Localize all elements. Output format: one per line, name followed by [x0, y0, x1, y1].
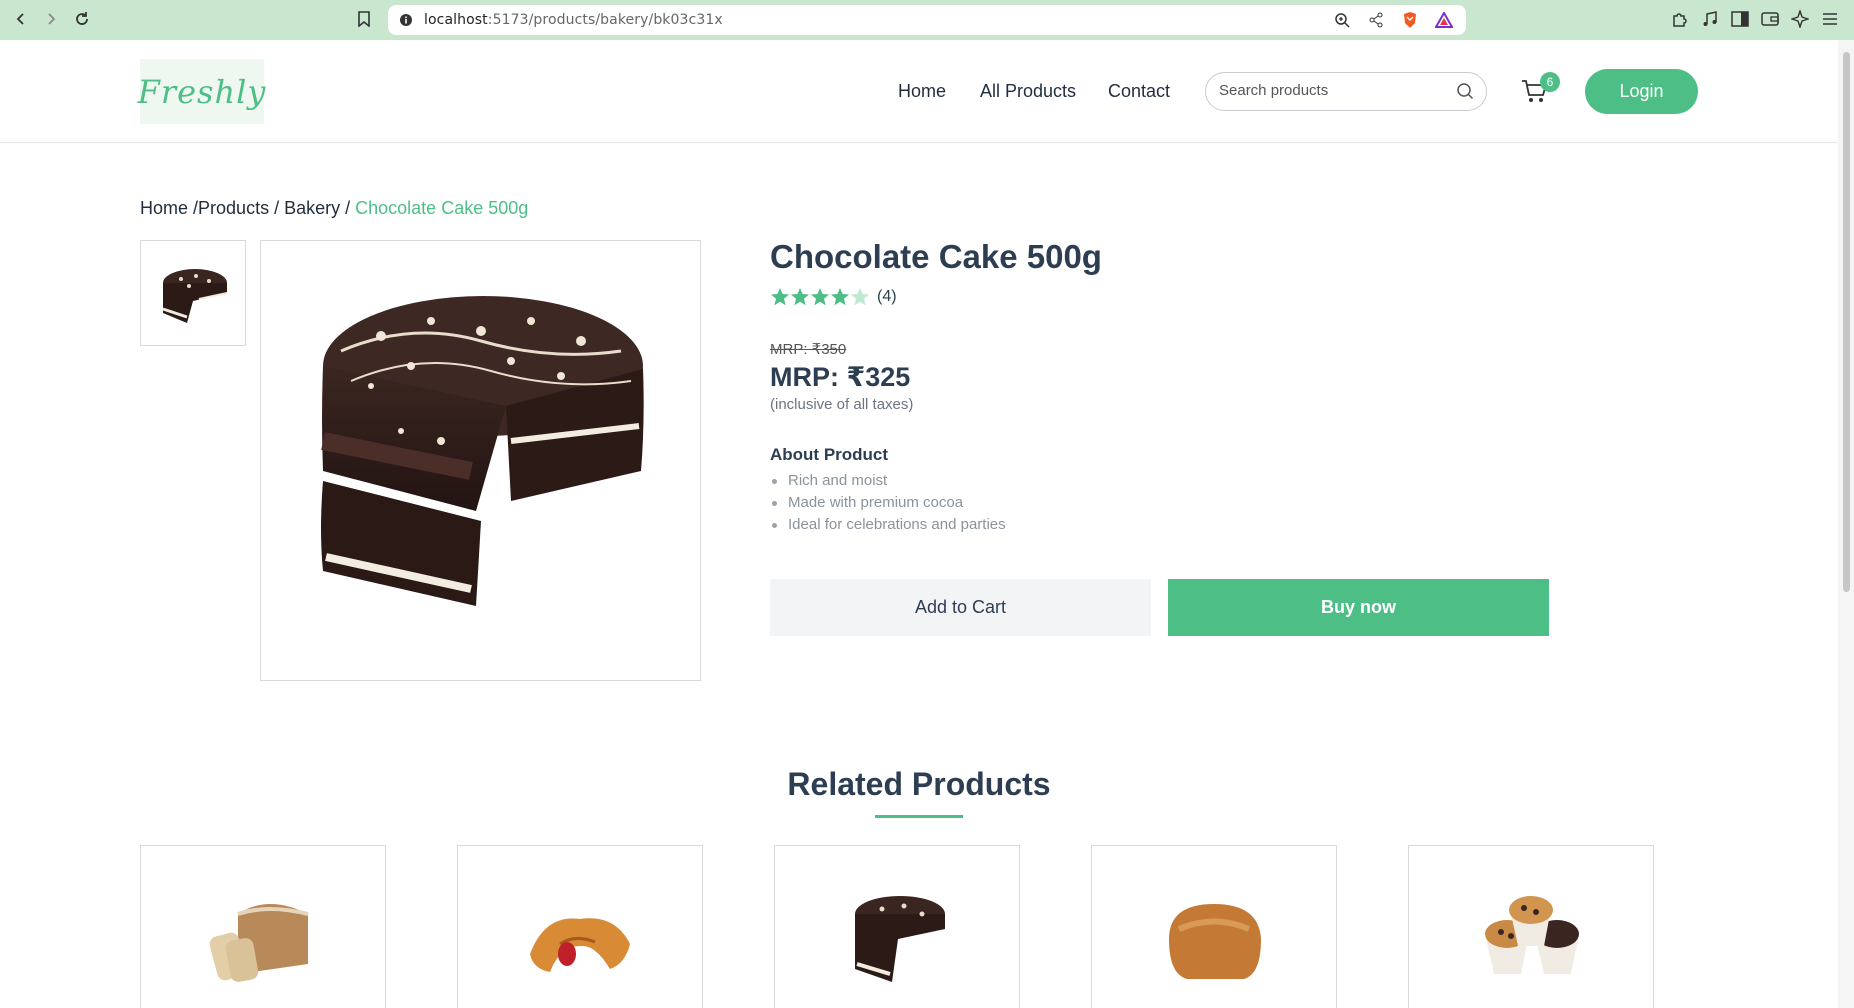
nav-all-products[interactable]: All Products	[980, 81, 1076, 102]
rewards-icon[interactable]	[1434, 10, 1454, 30]
muffins-icon	[1485, 896, 1579, 974]
url-text: localhost:5173/products/bakery/bk03c31x	[424, 12, 723, 28]
breadcrumb-current: Chocolate Cake 500g	[355, 198, 529, 218]
breadcrumb-separator: /	[188, 198, 199, 218]
related-product-card[interactable]	[140, 845, 386, 1008]
site-logo[interactable]: Freshly	[137, 59, 267, 124]
wallet-icon[interactable]	[1760, 9, 1780, 29]
brave-shield-icon[interactable]	[1400, 10, 1420, 30]
original-price: MRP: ₹350	[770, 341, 847, 358]
about-product-heading: About Product	[770, 445, 889, 464]
logo-text: Freshly	[137, 72, 267, 111]
product-rating: (4)	[770, 287, 897, 307]
list-item: Rich and moist	[770, 470, 1006, 492]
site-info-icon[interactable]	[396, 10, 416, 30]
login-button[interactable]: Login	[1585, 69, 1698, 114]
chocolate-cake-thumbnail-image	[162, 269, 228, 323]
breadcrumb-separator: /	[269, 198, 285, 218]
search-icon[interactable]	[1456, 82, 1474, 105]
search-box	[1205, 72, 1487, 111]
scrollbar-thumb[interactable]	[1843, 52, 1850, 592]
url-path: :5173/products/bakery/bk03c31x	[487, 12, 723, 28]
related-product-card[interactable]	[774, 845, 1020, 1008]
bread-loaf-icon	[1169, 904, 1261, 979]
related-product-card[interactable]	[1091, 845, 1337, 1008]
current-price: MRP: ₹325	[770, 362, 911, 392]
bread-loaf-sliced-icon	[209, 904, 309, 982]
tax-note: (inclusive of all taxes)	[770, 396, 914, 413]
list-item: Made with premium cocoa	[770, 492, 1006, 514]
browser-toolbar: localhost:5173/products/bakery/bk03c31x	[0, 0, 1854, 40]
add-to-cart-button[interactable]: Add to Cart	[770, 579, 1151, 636]
reload-icon[interactable]	[71, 8, 93, 30]
breadcrumb-products[interactable]: Products	[198, 198, 269, 218]
star-empty-icon	[851, 288, 869, 306]
nav-home[interactable]: Home	[898, 81, 946, 102]
related-product-card[interactable]	[1408, 845, 1654, 1008]
chocolate-cake-icon	[855, 896, 945, 982]
search-input[interactable]	[1219, 82, 1439, 99]
star-filled-icon	[811, 288, 829, 306]
back-icon[interactable]	[10, 8, 32, 30]
about-product-list: Rich and moist Made with premium cocoa I…	[770, 470, 1006, 536]
zoom-icon[interactable]	[1332, 10, 1352, 30]
rating-count: (4)	[877, 288, 897, 305]
cart-count-badge: 6	[1540, 72, 1560, 92]
related-products-heading: Related Products	[787, 766, 1051, 802]
extensions-icon[interactable]	[1670, 9, 1690, 29]
menu-icon[interactable]	[1820, 9, 1840, 29]
star-filled-icon	[771, 288, 789, 306]
bookmark-icon[interactable]	[354, 9, 374, 29]
star-filled-icon	[831, 288, 849, 306]
star-filled-icon	[791, 288, 809, 306]
address-bar[interactable]: localhost:5173/products/bakery/bk03c31x	[388, 5, 1466, 35]
breadcrumb: Home /Products / Bakery / Chocolate Cake…	[140, 198, 528, 219]
croissant-icon	[530, 918, 630, 972]
site-header: Freshly Home All Products Contact 6 Logi…	[0, 40, 1838, 143]
page-scrollbar[interactable]	[1838, 40, 1854, 1008]
heading-underline	[875, 815, 963, 818]
buy-now-button[interactable]: Buy now	[1168, 579, 1549, 636]
chocolate-cake-image	[321, 296, 644, 606]
product-title: Chocolate Cake 500g	[770, 238, 1102, 275]
breadcrumb-category[interactable]: Bakery	[284, 198, 340, 218]
related-product-card[interactable]	[457, 845, 703, 1008]
product-thumbnail[interactable]	[140, 240, 246, 346]
cart-icon	[1521, 80, 1549, 108]
sidebar-icon[interactable]	[1730, 9, 1750, 29]
product-main-image	[260, 240, 701, 681]
breadcrumb-separator: /	[340, 198, 356, 218]
leo-ai-icon[interactable]	[1790, 9, 1810, 29]
list-item: Ideal for celebrations and parties	[770, 514, 1006, 536]
share-icon[interactable]	[1366, 10, 1386, 30]
media-icon[interactable]	[1700, 9, 1720, 29]
cart-button[interactable]: 6	[1521, 72, 1560, 108]
nav-contact[interactable]: Contact	[1108, 81, 1170, 102]
forward-icon[interactable]	[40, 8, 62, 30]
breadcrumb-home[interactable]: Home	[140, 198, 188, 218]
url-host: localhost	[424, 12, 488, 28]
